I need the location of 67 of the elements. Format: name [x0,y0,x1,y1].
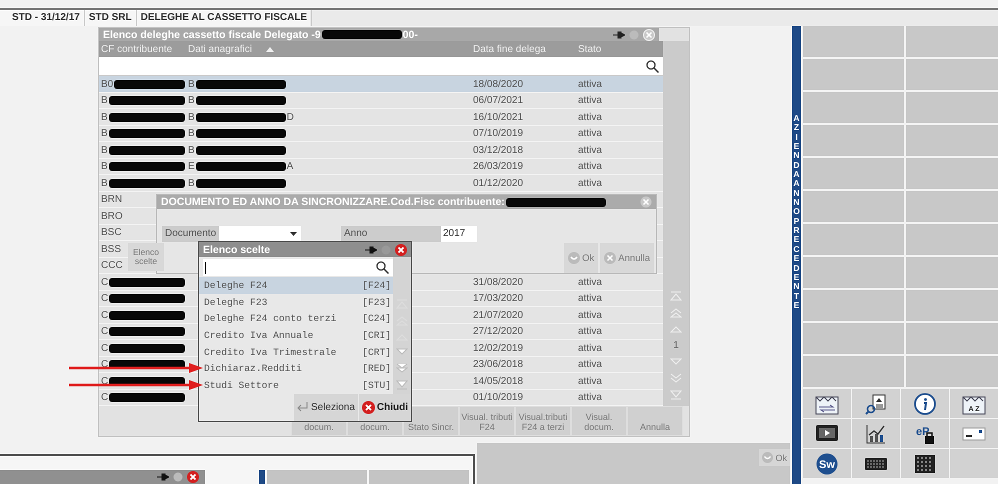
table-cell: 18/08/2020 [473,78,524,90]
table-cell: 21/07/2020 [473,310,524,321]
table-cell: B [101,161,108,172]
table-cell: C [101,342,108,354]
table-cell: BSC [101,227,122,238]
table-cell: C [101,392,108,404]
header-segment: DELEGHE AL CASSETTO FISCALE [136,10,312,26]
table-cell: CCC [101,260,123,272]
table-cell: A [286,161,294,172]
table-cell: attiva [578,78,602,90]
table-cell: B [188,95,195,106]
table-cell: B [188,112,195,123]
table-cell: 31/08/2020 [473,276,524,288]
header-segment: STD - 31/12/17 [8,10,85,26]
table-cell: attiva [578,161,602,172]
table-cell: BRO [101,210,123,222]
field-label: Anno [341,226,441,242]
table-cell: B [188,128,195,140]
table-cell: B [101,95,108,106]
table-cell: attiva [578,376,602,387]
table-cell: 06/07/2021 [473,95,524,106]
table-cell: E [188,161,195,172]
table-cell: B [101,144,108,156]
table-cell: attiva [578,326,602,338]
table-cell: attiva [578,276,602,288]
table-cell: C [101,326,108,338]
window-title: Elenco deleghe cassetto fiscale Delegato -9 00- [103,28,418,41]
table-cell: BSS [101,244,122,255]
header-segment: STD SRL [84,10,137,26]
table-cell: B [188,78,195,90]
table-cell: 14/05/2018 [473,376,524,387]
table-cell: attiva [578,293,602,304]
table-cell: 17/03/2020 [473,293,524,304]
table-cell: 26/03/2019 [473,161,524,172]
table-cell: B [101,178,108,189]
table-cell: B [101,128,108,140]
table-cell: D [286,112,294,123]
table-cell: B [101,112,108,123]
table-cell: 03/12/2018 [473,144,524,156]
page-number: 1 [673,340,679,352]
table-cell: 27/12/2020 [473,326,524,338]
popup-title: Elenco scelte [203,244,270,256]
table-cell: C [101,293,108,304]
field-label: Documento [162,226,219,242]
table-cell: attiva [578,144,602,156]
table-cell: attiva [578,342,602,354]
table-cell: BRN [101,194,122,206]
table-cell: B [188,178,195,189]
table-cell: attiva [578,359,602,370]
table-cell: B0 [101,78,114,90]
table-cell: 01/10/2019 [473,392,524,404]
table-cell: C [101,276,108,288]
table-cell: attiva [578,178,602,189]
table-cell: 12/02/2019 [473,342,524,354]
table-cell: 07/10/2019 [473,128,524,140]
table-cell: attiva [578,128,602,140]
table-cell: C [101,310,108,321]
table-cell: attiva [578,310,602,321]
table-cell: B [188,144,195,156]
table-cell: 23/06/2018 [473,359,524,370]
dialog-title: DOCUMENTO ED ANNO DA SINCRONIZZARE.Cod.Fisc contribuente: [161,196,505,208]
table-cell: 16/10/2021 [473,112,524,123]
table-cell: attiva [578,112,602,123]
table-cell: 01/12/2020 [473,178,524,189]
table-cell: attiva [578,95,602,106]
side-label: AZIENDA ANNO PRECEDENTE [793,114,800,310]
table-cell: attiva [578,392,602,404]
